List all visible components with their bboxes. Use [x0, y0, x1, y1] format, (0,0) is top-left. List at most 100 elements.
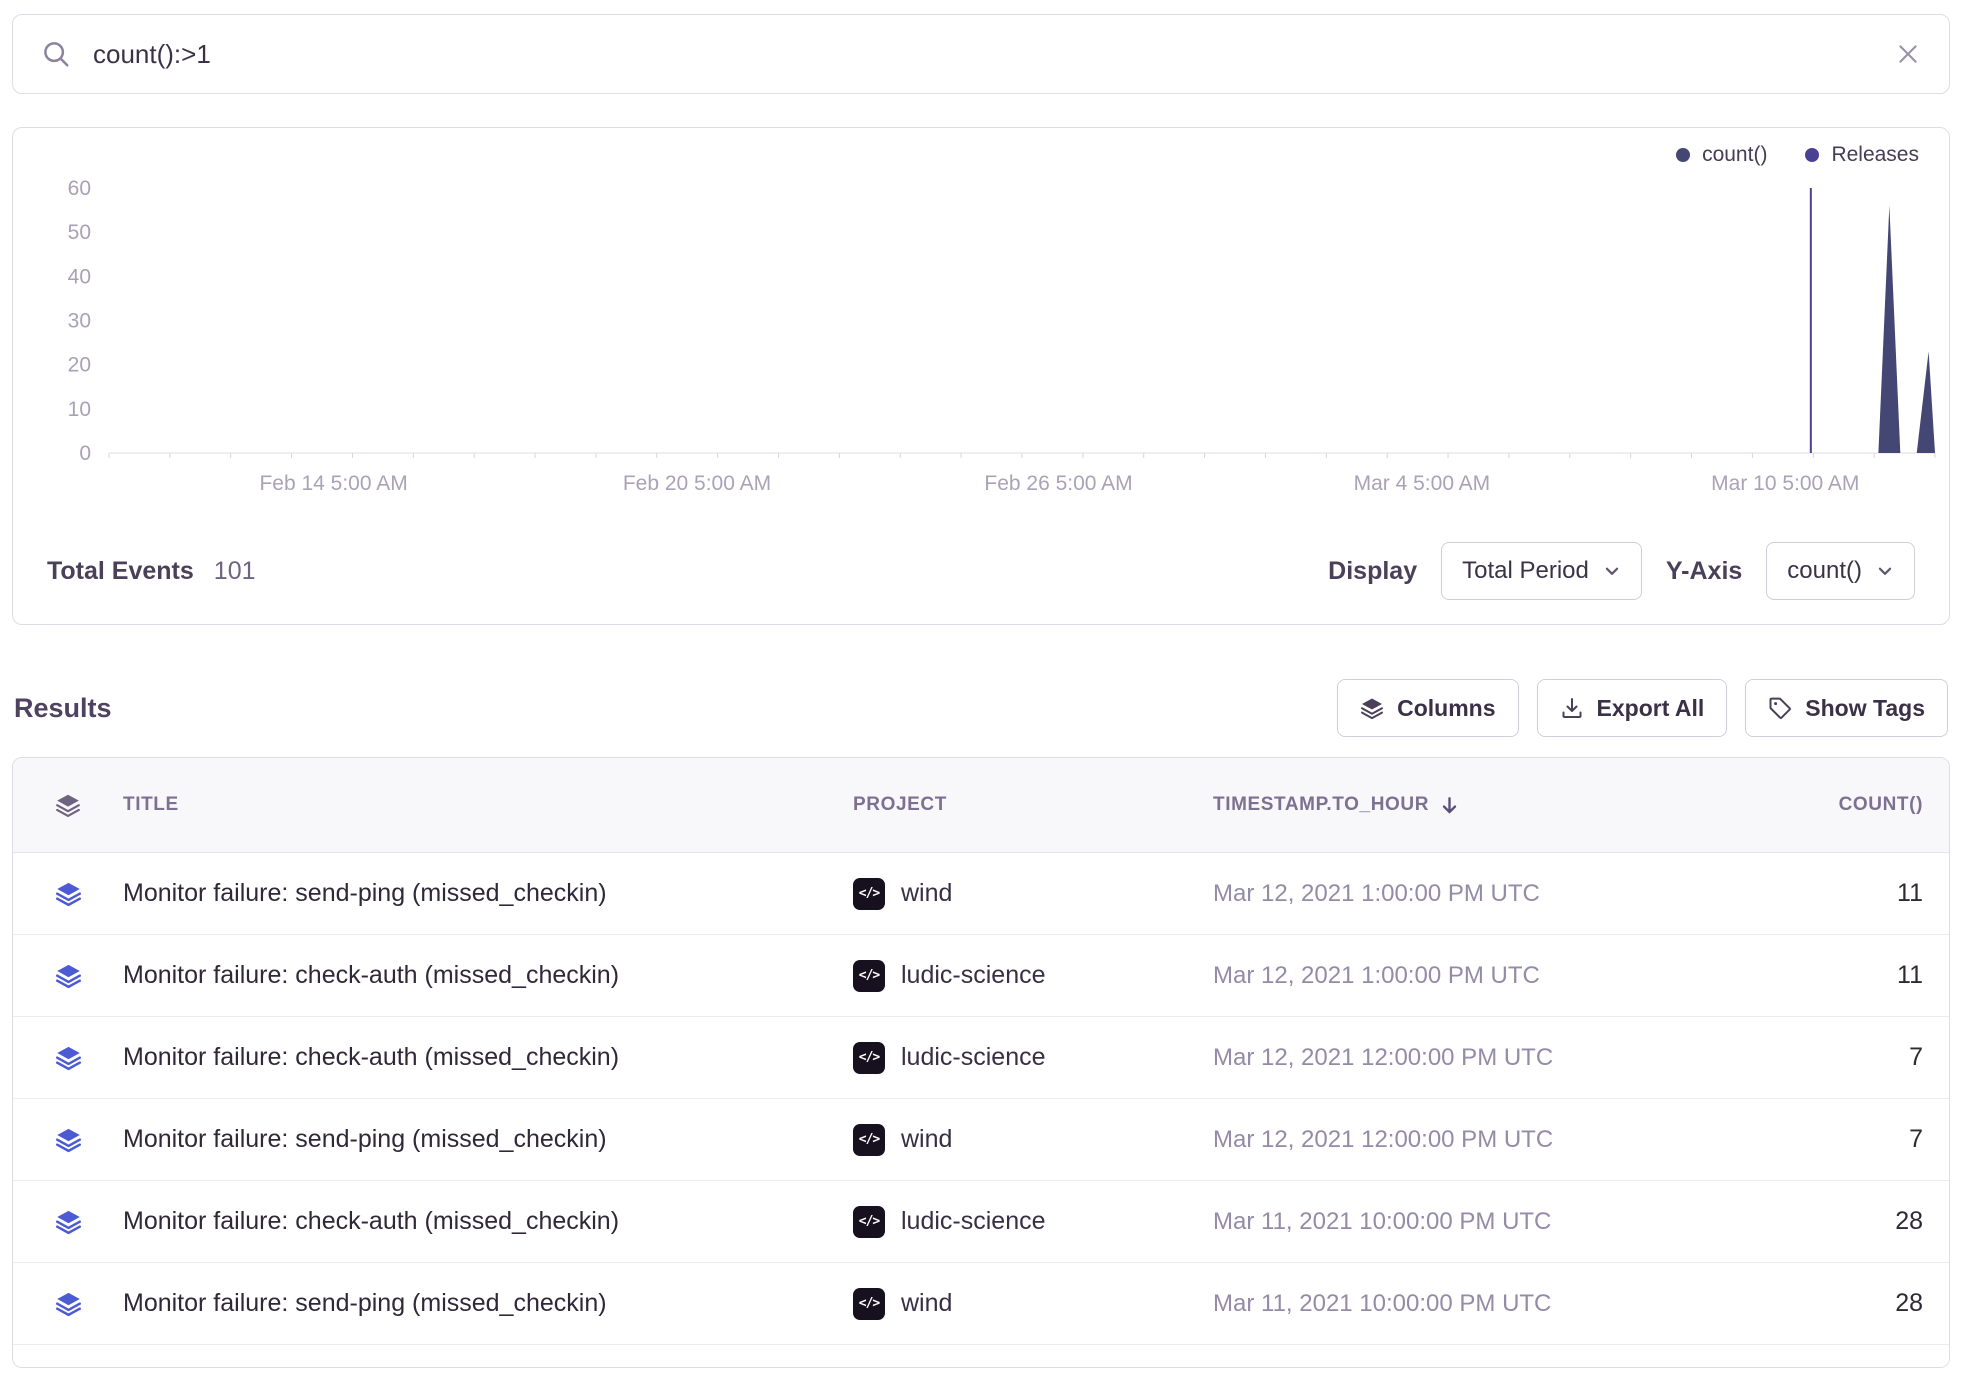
- column-stack[interactable]: [13, 792, 123, 818]
- yaxis-label: Y-Axis: [1666, 557, 1742, 586]
- display-label: Display: [1328, 557, 1417, 586]
- row-title[interactable]: Monitor failure: send-ping (missed_check…: [123, 879, 853, 908]
- stack-icon: [55, 792, 81, 818]
- columns-button[interactable]: Columns: [1337, 679, 1518, 737]
- row-stack-cell: [13, 1044, 123, 1071]
- table-row[interactable]: Monitor failure: send-ping (missed_check…: [13, 1263, 1949, 1345]
- column-count[interactable]: COUNT(): [1743, 794, 1949, 816]
- row-count: 7: [1743, 1043, 1949, 1072]
- export-all-button[interactable]: Export All: [1537, 679, 1728, 737]
- svg-text:Feb 14 5:00 AM: Feb 14 5:00 AM: [259, 472, 407, 495]
- row-timestamp: Mar 11, 2021 10:00:00 PM UTC: [1213, 1290, 1743, 1318]
- svg-text:Mar 4 5:00 AM: Mar 4 5:00 AM: [1354, 472, 1491, 495]
- row-title[interactable]: Monitor failure: check-auth (missed_chec…: [123, 1043, 853, 1072]
- columns-button-label: Columns: [1397, 695, 1495, 722]
- row-project[interactable]: </> wind: [853, 1288, 1213, 1320]
- column-timestamp[interactable]: TIMESTAMP.TO_HOUR: [1213, 794, 1743, 816]
- chart-controls: Display Total Period Y-Axis count(): [1328, 542, 1915, 600]
- total-events-value: 101: [214, 557, 256, 586]
- table-body: Monitor failure: send-ping (missed_check…: [13, 853, 1949, 1345]
- results-table: TITLE PROJECT TIMESTAMP.TO_HOUR COUNT() …: [12, 757, 1950, 1368]
- display-select-value: Total Period: [1462, 557, 1589, 585]
- row-title[interactable]: Monitor failure: check-auth (missed_chec…: [123, 961, 853, 990]
- total-events: Total Events 101: [47, 557, 256, 586]
- row-timestamp: Mar 11, 2021 10:00:00 PM UTC: [1213, 1208, 1743, 1236]
- row-project[interactable]: </> wind: [853, 878, 1213, 910]
- layers-icon: [1360, 696, 1384, 720]
- row-count: 11: [1743, 879, 1949, 908]
- legend-count[interactable]: count(): [1676, 143, 1767, 167]
- display-select[interactable]: Total Period: [1441, 542, 1642, 600]
- column-title[interactable]: TITLE: [123, 794, 853, 816]
- svg-text:10: 10: [68, 398, 91, 421]
- chart-footer: Total Events 101 Display Total Period Y-…: [13, 520, 1949, 624]
- row-project[interactable]: </> ludic-science: [853, 960, 1213, 992]
- row-stack-cell: [13, 1290, 123, 1317]
- search-icon: [41, 39, 71, 69]
- row-stack-cell: [13, 962, 123, 989]
- project-name: ludic-science: [901, 1043, 1046, 1072]
- stack-icon: [55, 1126, 82, 1153]
- stack-icon: [55, 880, 82, 907]
- project-platform-icon: </>: [853, 1206, 885, 1238]
- column-timestamp-label: TIMESTAMP.TO_HOUR: [1213, 794, 1429, 816]
- discover-page: count():>1 count() Releases 010203040506…: [0, 0, 1962, 1368]
- svg-text:30: 30: [68, 310, 91, 333]
- table-header: TITLE PROJECT TIMESTAMP.TO_HOUR COUNT(): [13, 758, 1949, 853]
- svg-text:60: 60: [68, 177, 91, 200]
- yaxis-select[interactable]: count(): [1766, 542, 1915, 600]
- row-stack-cell: [13, 1208, 123, 1235]
- project-platform-icon: </>: [853, 1042, 885, 1074]
- project-platform-icon: </>: [853, 1288, 885, 1320]
- svg-text:20: 20: [68, 354, 91, 377]
- project-platform-icon: </>: [853, 878, 885, 910]
- clear-search-icon[interactable]: [1895, 41, 1921, 67]
- row-title[interactable]: Monitor failure: check-auth (missed_chec…: [123, 1207, 853, 1236]
- table-row-partial: [13, 1345, 1949, 1367]
- chart-panel: count() Releases 0102030405060Feb 14 5:0…: [12, 127, 1950, 625]
- result-actions: Columns Export All Show Tags: [1337, 679, 1948, 737]
- row-timestamp: Mar 12, 2021 1:00:00 PM UTC: [1213, 880, 1743, 908]
- project-name: ludic-science: [901, 1207, 1046, 1236]
- project-name: wind: [901, 1289, 952, 1318]
- chart-legend: count() Releases: [13, 128, 1949, 168]
- table-row[interactable]: Monitor failure: send-ping (missed_check…: [13, 1099, 1949, 1181]
- row-count: 7: [1743, 1125, 1949, 1154]
- show-tags-button-label: Show Tags: [1805, 695, 1925, 722]
- svg-text:50: 50: [68, 221, 91, 244]
- table-row[interactable]: Monitor failure: check-auth (missed_chec…: [13, 1017, 1949, 1099]
- table-row[interactable]: Monitor failure: check-auth (missed_chec…: [13, 935, 1949, 1017]
- table-row[interactable]: Monitor failure: send-ping (missed_check…: [13, 853, 1949, 935]
- stack-icon: [55, 1208, 82, 1235]
- legend-releases[interactable]: Releases: [1805, 143, 1919, 167]
- total-events-label: Total Events: [47, 557, 194, 586]
- row-project[interactable]: </> ludic-science: [853, 1042, 1213, 1074]
- stack-icon: [55, 962, 82, 989]
- show-tags-button[interactable]: Show Tags: [1745, 679, 1948, 737]
- row-project[interactable]: </> wind: [853, 1124, 1213, 1156]
- svg-text:Feb 26 5:00 AM: Feb 26 5:00 AM: [984, 472, 1132, 495]
- row-title[interactable]: Monitor failure: send-ping (missed_check…: [123, 1289, 853, 1318]
- project-name: ludic-science: [901, 961, 1046, 990]
- tag-icon: [1768, 696, 1792, 720]
- column-project[interactable]: PROJECT: [853, 794, 1213, 816]
- row-timestamp: Mar 12, 2021 12:00:00 PM UTC: [1213, 1044, 1743, 1072]
- row-timestamp: Mar 12, 2021 1:00:00 PM UTC: [1213, 962, 1743, 990]
- project-platform-icon: </>: [853, 1124, 885, 1156]
- row-count: 28: [1743, 1207, 1949, 1236]
- legend-releases-label: Releases: [1831, 143, 1919, 167]
- export-all-button-label: Export All: [1597, 695, 1705, 722]
- search-input[interactable]: count():>1: [93, 39, 1873, 70]
- stack-icon: [55, 1290, 82, 1317]
- search-bar[interactable]: count():>1: [12, 14, 1950, 94]
- row-count: 28: [1743, 1289, 1949, 1318]
- legend-count-label: count(): [1702, 143, 1767, 167]
- row-title[interactable]: Monitor failure: send-ping (missed_check…: [123, 1125, 853, 1154]
- project-platform-icon: </>: [853, 960, 885, 992]
- project-name: wind: [901, 879, 952, 908]
- row-count: 11: [1743, 961, 1949, 990]
- row-timestamp: Mar 12, 2021 12:00:00 PM UTC: [1213, 1126, 1743, 1154]
- row-project[interactable]: </> ludic-science: [853, 1206, 1213, 1238]
- table-row[interactable]: Monitor failure: check-auth (missed_chec…: [13, 1181, 1949, 1263]
- chevron-down-icon: [1876, 562, 1894, 580]
